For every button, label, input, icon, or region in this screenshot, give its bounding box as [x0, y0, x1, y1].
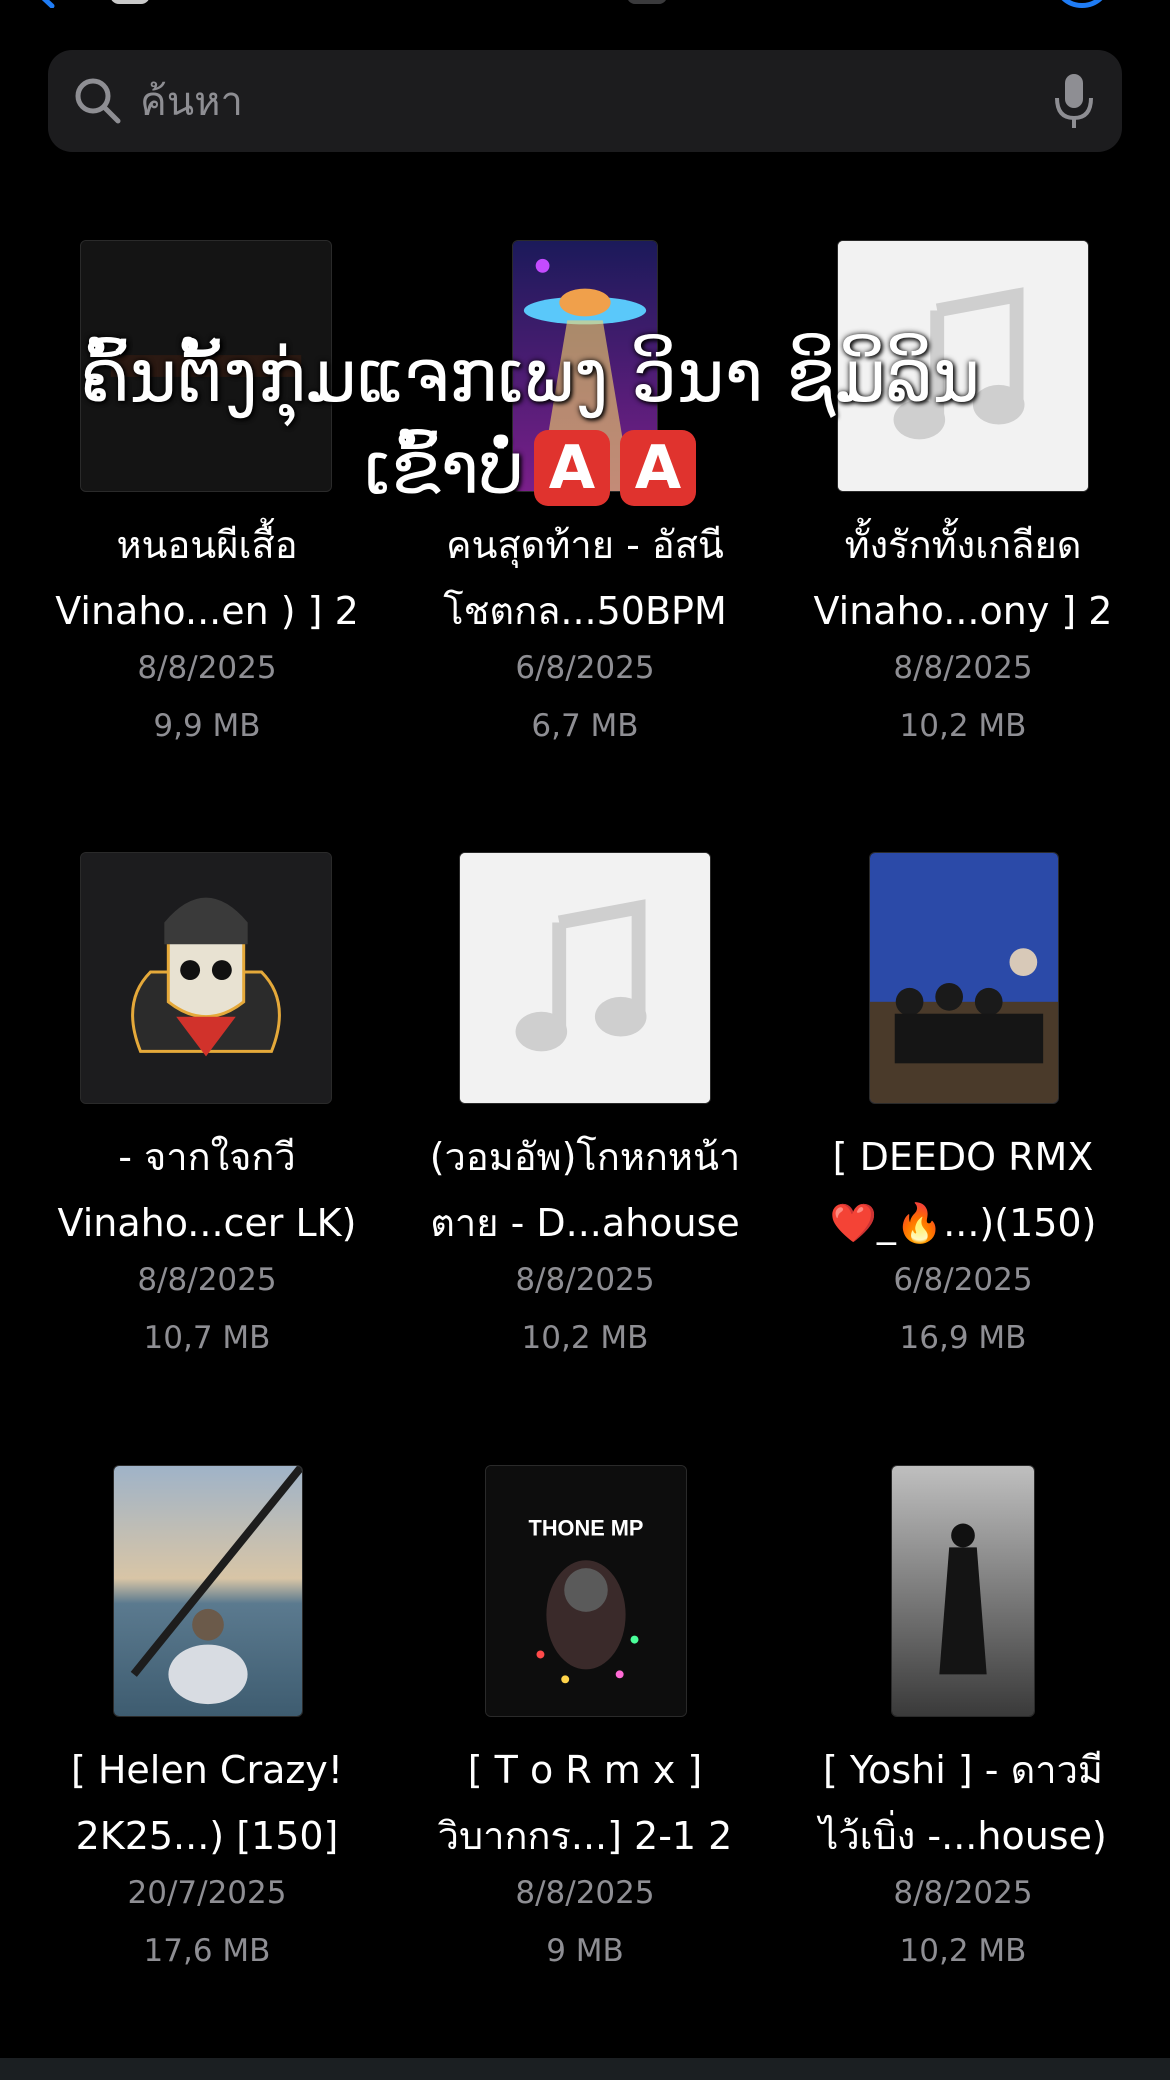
- group-photo-thumbnail: [869, 852, 1059, 1104]
- file-size: 10,2 MB: [899, 1933, 1027, 1969]
- file-size: 10,2 MB: [899, 708, 1027, 744]
- file-date: 6/8/2025: [893, 1262, 1033, 1298]
- skull-icon: [81, 853, 331, 1103]
- select-circle-icon[interactable]: [1052, 0, 1112, 8]
- file-date: 6/8/2025: [515, 650, 655, 686]
- file-size: 10,7 MB: [143, 1320, 271, 1356]
- file-item[interactable]: หนอนผีเสื้อ Vinaho...en ) ] 2 8/8/2025 9,…: [12, 240, 402, 800]
- file-name: [ T o R m x ] วิบากกร...] 2-1 2: [437, 1748, 733, 1858]
- file-size: 6,7 MB: [531, 708, 639, 744]
- file-name: [ DEEDO RMX ❤️_🔥...)(150): [829, 1135, 1097, 1245]
- file-item[interactable]: ทั้งรักทั้งเกลียด Vinaho...ony ] 2 8/8/20…: [768, 240, 1158, 800]
- music-note-placeholder-thumbnail: [837, 240, 1089, 492]
- file-item[interactable]: - จากใจกวี Vinaho...cer LK) 8/8/2025 10,7…: [12, 852, 402, 1412]
- file-date: 8/8/2025: [137, 650, 277, 686]
- file-item[interactable]: [ DEEDO RMX ❤️_🔥...)(150) 6/8/2025 16,9 M…: [768, 852, 1158, 1412]
- music-note-icon: [838, 241, 1088, 491]
- file-item[interactable]: คนสุดท้าย - อัสนี โชตกล...50BPM 6/8/2025 …: [390, 240, 780, 800]
- music-note-icon: [460, 853, 710, 1103]
- dark-figure-cover-thumbnail: [891, 1465, 1035, 1717]
- file-date: 8/8/2025: [893, 1875, 1033, 1911]
- search-input[interactable]: [138, 70, 1042, 134]
- file-name: - จากใจกวี Vinaho...cer LK): [57, 1135, 357, 1245]
- file-size: 17,6 MB: [143, 1933, 271, 1969]
- svg-text:THONE MP: THONE MP: [529, 1515, 644, 1540]
- file-date: 8/8/2025: [893, 650, 1033, 686]
- file-item[interactable]: [ Helen Crazy! 2K25...) [150] 20/7/2025 1…: [12, 1465, 402, 2025]
- grabber-icon: [627, 0, 667, 4]
- file-name: หนอนผีเสื้อ Vinaho...en ) ] 2: [55, 523, 359, 633]
- back-chevron-icon[interactable]: [30, 0, 60, 8]
- ufo-cover-thumbnail: [512, 240, 658, 492]
- file-item[interactable]: THONE MP [ T o R m x ] วิบากกร...] 2-1 2 …: [390, 1465, 780, 2025]
- file-name: [ Yoshi ] - ดาวมี ไว้เบิ่ง -...house): [819, 1748, 1107, 1858]
- file-item[interactable]: (วอมอัพ)โกหกหน้า ตาย - D...ahouse 8/8/202…: [390, 852, 780, 1412]
- file-name: คนสุดท้าย - อัสนี โชตกล...50BPM: [443, 523, 727, 633]
- file-date: 20/7/2025: [127, 1875, 287, 1911]
- file-date: 8/8/2025: [515, 1262, 655, 1298]
- file-size: 9,9 MB: [153, 708, 261, 744]
- dark-cover-thumbnail: [80, 240, 332, 492]
- file-item[interactable]: [ Yoshi ] - ดาวมี ไว้เบิ่ง -...house) 8/8…: [768, 1465, 1158, 2025]
- toggle-icon[interactable]: [110, 0, 150, 4]
- search-bar[interactable]: [48, 50, 1122, 152]
- bottom-toolbar-edge: [0, 2058, 1170, 2080]
- microphone-icon[interactable]: [1052, 72, 1096, 132]
- file-size: 16,9 MB: [899, 1320, 1027, 1356]
- music-note-placeholder-thumbnail: [459, 852, 711, 1104]
- skull-cover-thumbnail: [80, 852, 332, 1104]
- file-date: 8/8/2025: [137, 1262, 277, 1298]
- file-name: [ Helen Crazy! 2K25...) [150]: [70, 1748, 344, 1858]
- file-size: 9 MB: [546, 1933, 624, 1969]
- sea-photo-thumbnail: [113, 1465, 303, 1717]
- search-icon: [75, 78, 121, 124]
- file-name: ทั้งรักทั้งเกลียด Vinaho...ony ] 2: [813, 523, 1113, 633]
- file-name: (วอมอัพ)โกหกหน้า ตาย - D...ahouse: [429, 1135, 741, 1245]
- astronaut-cover-thumbnail: THONE MP: [485, 1465, 687, 1717]
- top-bar: [0, 0, 1170, 40]
- file-size: 10,2 MB: [521, 1320, 649, 1356]
- file-date: 8/8/2025: [515, 1875, 655, 1911]
